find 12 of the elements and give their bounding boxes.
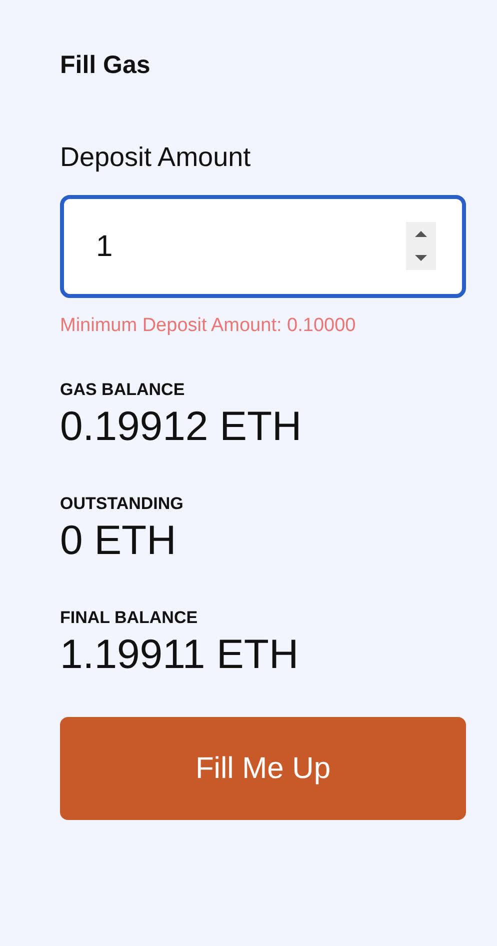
stat-label: GAS BALANCE (60, 379, 186, 401)
validation-message: Minimum Deposit Amount: 0.10000 (60, 314, 357, 338)
stat-label: FINAL BALANCE (60, 607, 199, 629)
number-field[interactable]: 1 (60, 195, 466, 298)
stepper-icon[interactable] (406, 222, 436, 270)
stat-value: 1.19911 ETH (60, 630, 300, 679)
fill-button[interactable]: Fill Me Up (60, 717, 466, 820)
field-label: Deposit Amount (60, 141, 252, 174)
stat-value: 0.19912 ETH (60, 402, 303, 451)
section-title: Fill Gas (60, 50, 152, 81)
stat-label: OUTSTANDING (60, 493, 184, 515)
stat-value: 0 ETH (60, 516, 178, 565)
